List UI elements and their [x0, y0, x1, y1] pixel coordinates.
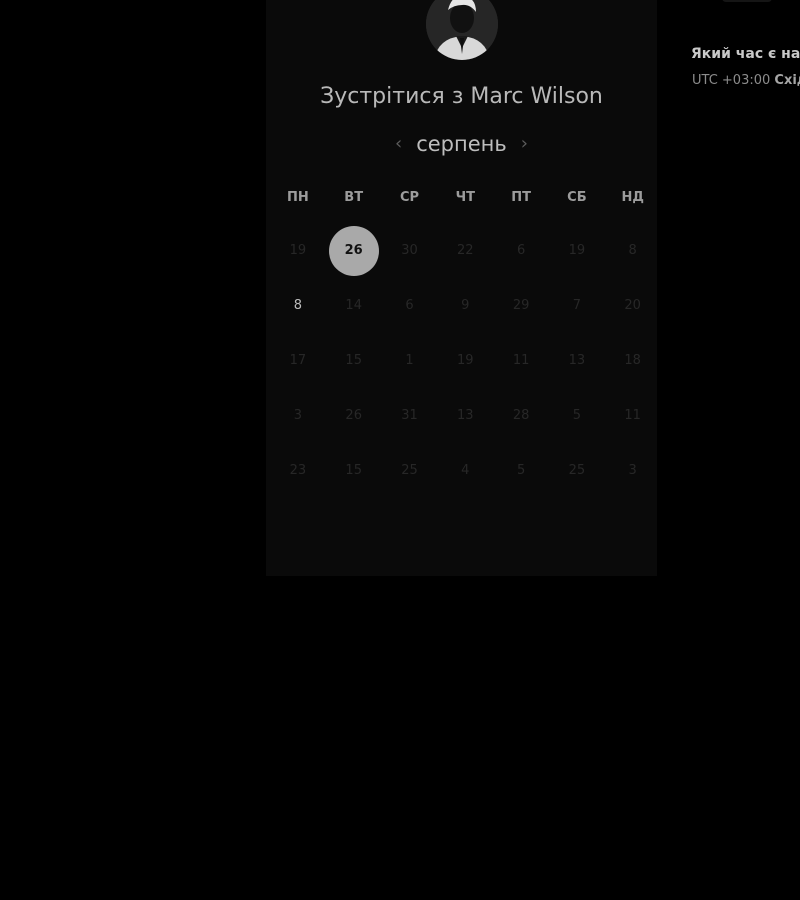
calendar-day: 15: [326, 443, 382, 498]
calendar-day: 11: [493, 333, 549, 388]
calendar-day-number: 19: [568, 243, 586, 258]
calendar-day: 19: [270, 223, 326, 278]
calendar-day: 25: [382, 443, 438, 498]
calendar-day: 5: [493, 443, 549, 498]
calendar-day-number: 13: [568, 353, 586, 368]
calendar-day-number: 6: [405, 298, 414, 313]
calendar-day-number: 6: [516, 243, 526, 258]
calendar-day: 17: [270, 333, 326, 388]
calendar-day-grid: 19 26 30 22 6 19 8 8 14 6 9 29 7 20 17 15 1 19 11 13 18 3 26 31…: [270, 223, 661, 498]
calendar-panel: Зустрітися з Marc Wilson ‹ серпень › ПН …: [266, 0, 657, 576]
calendar-day: 5: [549, 388, 605, 443]
calendar-day-number: 11: [624, 408, 641, 423]
calendar-day-number: 31: [401, 408, 418, 423]
calendar-day-number: 15: [345, 353, 362, 368]
calendar-day: 26: [326, 388, 382, 443]
calendar-day-number: 25: [568, 463, 586, 478]
page-title: Зустрітися з Marc Wilson: [320, 84, 603, 109]
calendar-day: 8: [605, 223, 661, 278]
weekday-label: ЧТ: [455, 190, 475, 205]
calendar-day: 20: [605, 278, 661, 333]
calendar-day: 31: [382, 388, 438, 443]
calendar-day: 9: [437, 278, 493, 333]
weekday-label: СР: [399, 190, 420, 205]
calendar-day-number: 19: [289, 243, 307, 258]
timezone-offset: UTC +03:00: [692, 73, 771, 88]
calendar-day-number: 28: [512, 408, 530, 423]
calendar-day-number: 8: [293, 298, 303, 313]
calendar-day: 3: [270, 388, 326, 443]
weekday-label: ПТ: [511, 190, 531, 205]
calendar-day-number: 20: [624, 298, 641, 313]
calendar-day: 15: [326, 333, 382, 388]
calendar-day-number: 22: [457, 243, 474, 258]
calendar-day: 22: [437, 223, 493, 278]
calendar-day: 14: [326, 278, 382, 333]
calendar-day: 28: [493, 388, 549, 443]
weekday-label: НД: [621, 190, 644, 205]
calendar-day: 1: [382, 333, 438, 388]
calendar-day-number: 9: [461, 298, 470, 313]
calendar-day-number: 29: [512, 298, 530, 313]
timezone-selector[interactable]: UTC +03:00 Схід: [692, 73, 800, 88]
calendar-day: 11: [605, 388, 661, 443]
calendar-day-number: 17: [289, 353, 307, 368]
timezone-name: Схід: [774, 73, 800, 88]
calendar-day: 13: [437, 388, 493, 443]
calendar-day-number: 26: [328, 225, 379, 276]
calendar-day-number: 13: [457, 408, 474, 423]
chevron-right-icon[interactable]: ›: [521, 135, 528, 153]
calendar-day-number: 1: [405, 353, 414, 368]
calendar-day-number: 26: [345, 408, 362, 423]
avatar: [426, 0, 498, 60]
calendar-day: 25: [549, 443, 605, 498]
calendar-day-number: 18: [624, 353, 641, 368]
weekday-label: ВТ: [344, 190, 364, 205]
calendar-day-number: 23: [289, 463, 307, 478]
calendar-day-number: 4: [461, 463, 470, 478]
calendar-day: 23: [270, 443, 326, 498]
calendar-day-number: 11: [512, 353, 530, 368]
weekday-header: ПН ВТ СР ЧТ ПТ СБ НД: [270, 190, 661, 205]
month-label: серпень: [416, 132, 507, 156]
calendar-day-number: 3: [628, 463, 637, 478]
weekday-label: СБ: [567, 190, 587, 205]
calendar-day: 30: [382, 223, 438, 278]
time-question-heading: Який час є най: [691, 46, 800, 62]
calendar-day: 18: [605, 333, 661, 388]
calendar-day: 6: [493, 223, 549, 278]
calendar-day-number: 3: [293, 408, 303, 423]
calendar-day-number: 14: [345, 298, 362, 313]
side-panel-top-bar: [722, 0, 772, 2]
calendar-day-number: 5: [572, 408, 582, 423]
calendar-day: 29: [493, 278, 549, 333]
calendar-day-selected[interactable]: 26: [326, 223, 382, 278]
calendar-day[interactable]: 8: [270, 278, 326, 333]
calendar-day: 13: [549, 333, 605, 388]
calendar-day: 4: [437, 443, 493, 498]
calendar-day-number: 15: [345, 463, 362, 478]
calendar-day-number: 30: [401, 243, 418, 258]
calendar-day: 3: [605, 443, 661, 498]
calendar-day: 7: [549, 278, 605, 333]
chevron-left-icon[interactable]: ‹: [395, 135, 402, 153]
calendar-day-number: 8: [628, 243, 637, 258]
page: Зустрітися з Marc Wilson ‹ серпень › ПН …: [0, 0, 800, 900]
calendar-day-number: 5: [516, 463, 526, 478]
calendar-day: 19: [437, 333, 493, 388]
calendar-day: 6: [382, 278, 438, 333]
weekday-label: ПН: [287, 190, 309, 205]
calendar-day: 19: [549, 223, 605, 278]
calendar-day-number: 25: [401, 463, 418, 478]
month-navigation: ‹ серпень ›: [266, 130, 657, 158]
calendar-day-number: 19: [457, 353, 474, 368]
calendar-day-number: 7: [572, 298, 582, 313]
person-avatar-icon: [426, 0, 498, 60]
